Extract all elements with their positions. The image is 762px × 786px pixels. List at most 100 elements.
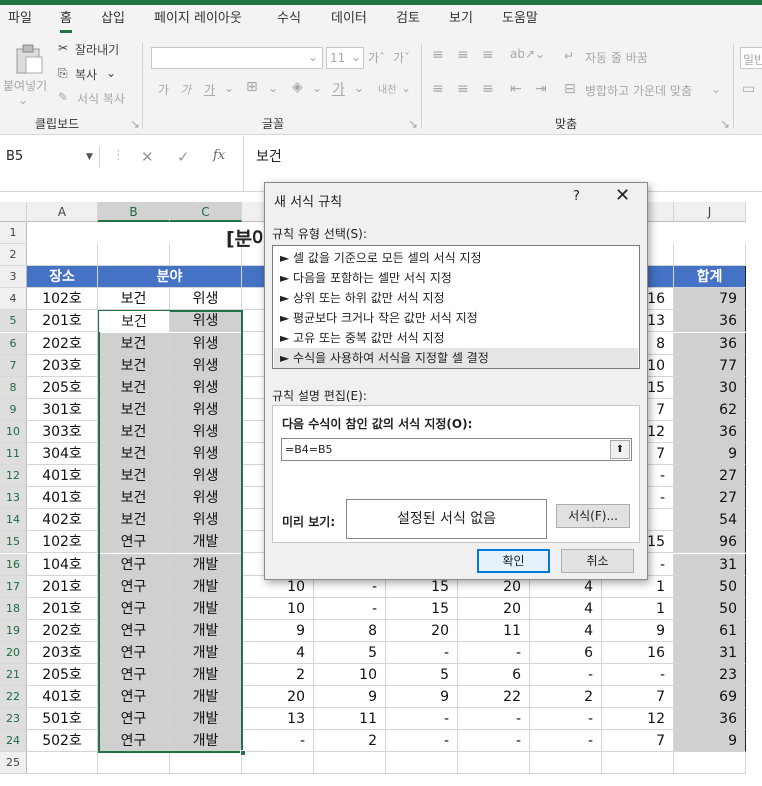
row-header[interactable]: 5 <box>0 310 27 333</box>
row-header[interactable]: 13 <box>0 487 27 510</box>
ok-button[interactable]: 확인 <box>477 549 550 573</box>
bold-button[interactable]: 가 <box>158 81 169 98</box>
cell[interactable]: 개발 <box>170 686 242 709</box>
cell[interactable]: 개발 <box>170 641 242 664</box>
cell[interactable]: 203호 <box>27 354 98 377</box>
cell[interactable]: 203호 <box>27 641 98 664</box>
cell[interactable]: 301호 <box>27 398 98 421</box>
copy-dropdown-icon[interactable]: ⌄ <box>106 66 116 80</box>
fill-color-icon[interactable]: ◈ <box>292 79 303 95</box>
merge-center-button[interactable]: 병합하고 가운데 맞춤 <box>585 82 692 99</box>
cell[interactable] <box>98 752 170 775</box>
cell[interactable]: - <box>602 664 674 687</box>
border-icon[interactable]: ⊞ <box>246 79 258 95</box>
row-header[interactable]: 7 <box>0 354 27 377</box>
cell[interactable]: 연구 <box>98 553 170 576</box>
cell[interactable]: 연구 <box>98 686 170 709</box>
row-header[interactable]: 22 <box>0 686 27 709</box>
row-header[interactable]: 19 <box>0 619 27 642</box>
cell[interactable]: 9 <box>314 686 386 709</box>
cell[interactable]: - <box>458 708 530 731</box>
cell[interactable] <box>674 244 746 267</box>
cell[interactable]: 연구 <box>98 575 170 598</box>
row-header[interactable]: 12 <box>0 465 27 488</box>
tab-formulas[interactable]: 수식 <box>277 5 301 35</box>
cell[interactable]: 위생 <box>170 465 242 488</box>
rule-type-item[interactable]: ► 셀 값을 기준으로 모든 셀의 서식 지정 <box>280 248 635 268</box>
row-header[interactable]: 15 <box>0 531 27 554</box>
cell[interactable]: - <box>530 708 602 731</box>
cell[interactable]: - <box>530 664 602 687</box>
tab-view[interactable]: 보기 <box>449 5 473 35</box>
cell[interactable] <box>242 752 314 775</box>
cell[interactable] <box>98 244 170 267</box>
cell[interactable]: 연구 <box>98 619 170 642</box>
row-header[interactable]: 11 <box>0 443 27 466</box>
italic-button[interactable]: 가 <box>180 81 191 98</box>
row-header[interactable]: 18 <box>0 597 27 620</box>
cell[interactable]: 20 <box>386 619 458 642</box>
cell[interactable]: 2 <box>314 730 386 753</box>
cell[interactable]: 303호 <box>27 420 98 443</box>
tab-help[interactable]: 도움말 <box>502 5 538 35</box>
underline-button[interactable]: 가 <box>204 81 215 98</box>
cell[interactable]: 개발 <box>170 730 242 753</box>
cell[interactable]: 402호 <box>27 509 98 532</box>
active-cell[interactable]: 보건 <box>99 311 170 333</box>
help-button[interactable]: ? <box>573 189 580 204</box>
cell[interactable]: 연구 <box>98 730 170 753</box>
cell[interactable]: 201호 <box>27 575 98 598</box>
row-header[interactable]: 25 <box>0 752 27 775</box>
cell[interactable]: 104호 <box>27 553 98 576</box>
cell[interactable]: 6 <box>530 641 602 664</box>
cell[interactable]: 50 <box>674 575 746 598</box>
cell[interactable]: 보건 <box>98 487 170 510</box>
cell[interactable] <box>458 752 530 775</box>
cell[interactable]: 위생 <box>170 487 242 510</box>
paste-button[interactable]: 붙여넣기 <box>3 77 47 94</box>
cell[interactable]: 보건 <box>98 398 170 421</box>
merge-dropdown-icon[interactable]: ⌄ <box>711 82 721 96</box>
cell[interactable]: 개발 <box>170 575 242 598</box>
cell[interactable]: 개발 <box>170 531 242 554</box>
font-color-icon[interactable]: 가 <box>332 79 345 99</box>
phonetic-dropdown-icon[interactable]: ⌄ <box>401 81 411 95</box>
cell[interactable]: 개발 <box>170 553 242 576</box>
rule-type-item[interactable]: ► 상위 또는 하위 값만 서식 지정 <box>280 288 635 308</box>
cell[interactable]: 20 <box>458 597 530 620</box>
paste-icon[interactable] <box>14 43 44 75</box>
copy-button[interactable]: 복사 <box>75 66 97 83</box>
formula-field[interactable]: =B4=B5 ⬆ <box>281 438 632 461</box>
cell[interactable]: 9 <box>386 686 458 709</box>
paste-dropdown-icon[interactable]: ⌄ <box>18 93 28 107</box>
cell[interactable]: 501호 <box>27 708 98 731</box>
cell[interactable]: 보건 <box>98 420 170 443</box>
cell[interactable]: 위생 <box>170 354 242 377</box>
cell[interactable]: 5 <box>314 641 386 664</box>
fill-dropdown-icon[interactable]: ⌄ <box>312 81 322 95</box>
cell[interactable]: 31 <box>674 641 746 664</box>
cell[interactable]: 205호 <box>27 664 98 687</box>
decrease-indent-icon[interactable]: ⇤ <box>510 81 522 97</box>
cell[interactable]: 2 <box>242 664 314 687</box>
cell[interactable]: - <box>530 730 602 753</box>
cell[interactable]: 위생 <box>170 443 242 466</box>
cell[interactable]: - <box>458 730 530 753</box>
cell[interactable]: 9 <box>674 730 746 753</box>
cell[interactable]: 1 <box>602 597 674 620</box>
font-name-combo[interactable]: ⌄ <box>151 47 323 69</box>
cell[interactable]: 77 <box>674 354 746 377</box>
cell[interactable]: 보건 <box>98 376 170 399</box>
rule-type-item[interactable]: ► 고유 또는 중복 값만 서식 지정 <box>280 328 635 348</box>
font-size-combo[interactable]: 11 ⌄ <box>326 47 364 69</box>
cell[interactable]: 23 <box>674 664 746 687</box>
cell[interactable]: 2 <box>530 686 602 709</box>
cell[interactable]: 4 <box>530 619 602 642</box>
cell[interactable]: 보건 <box>98 332 170 355</box>
cell[interactable]: 27 <box>674 487 746 510</box>
cell[interactable] <box>314 752 386 775</box>
tab-data[interactable]: 데이터 <box>331 5 367 35</box>
enter-icon[interactable]: ✓ <box>177 148 190 166</box>
cell[interactable]: 4 <box>242 641 314 664</box>
phonetic-button[interactable]: 내천 <box>378 81 396 96</box>
